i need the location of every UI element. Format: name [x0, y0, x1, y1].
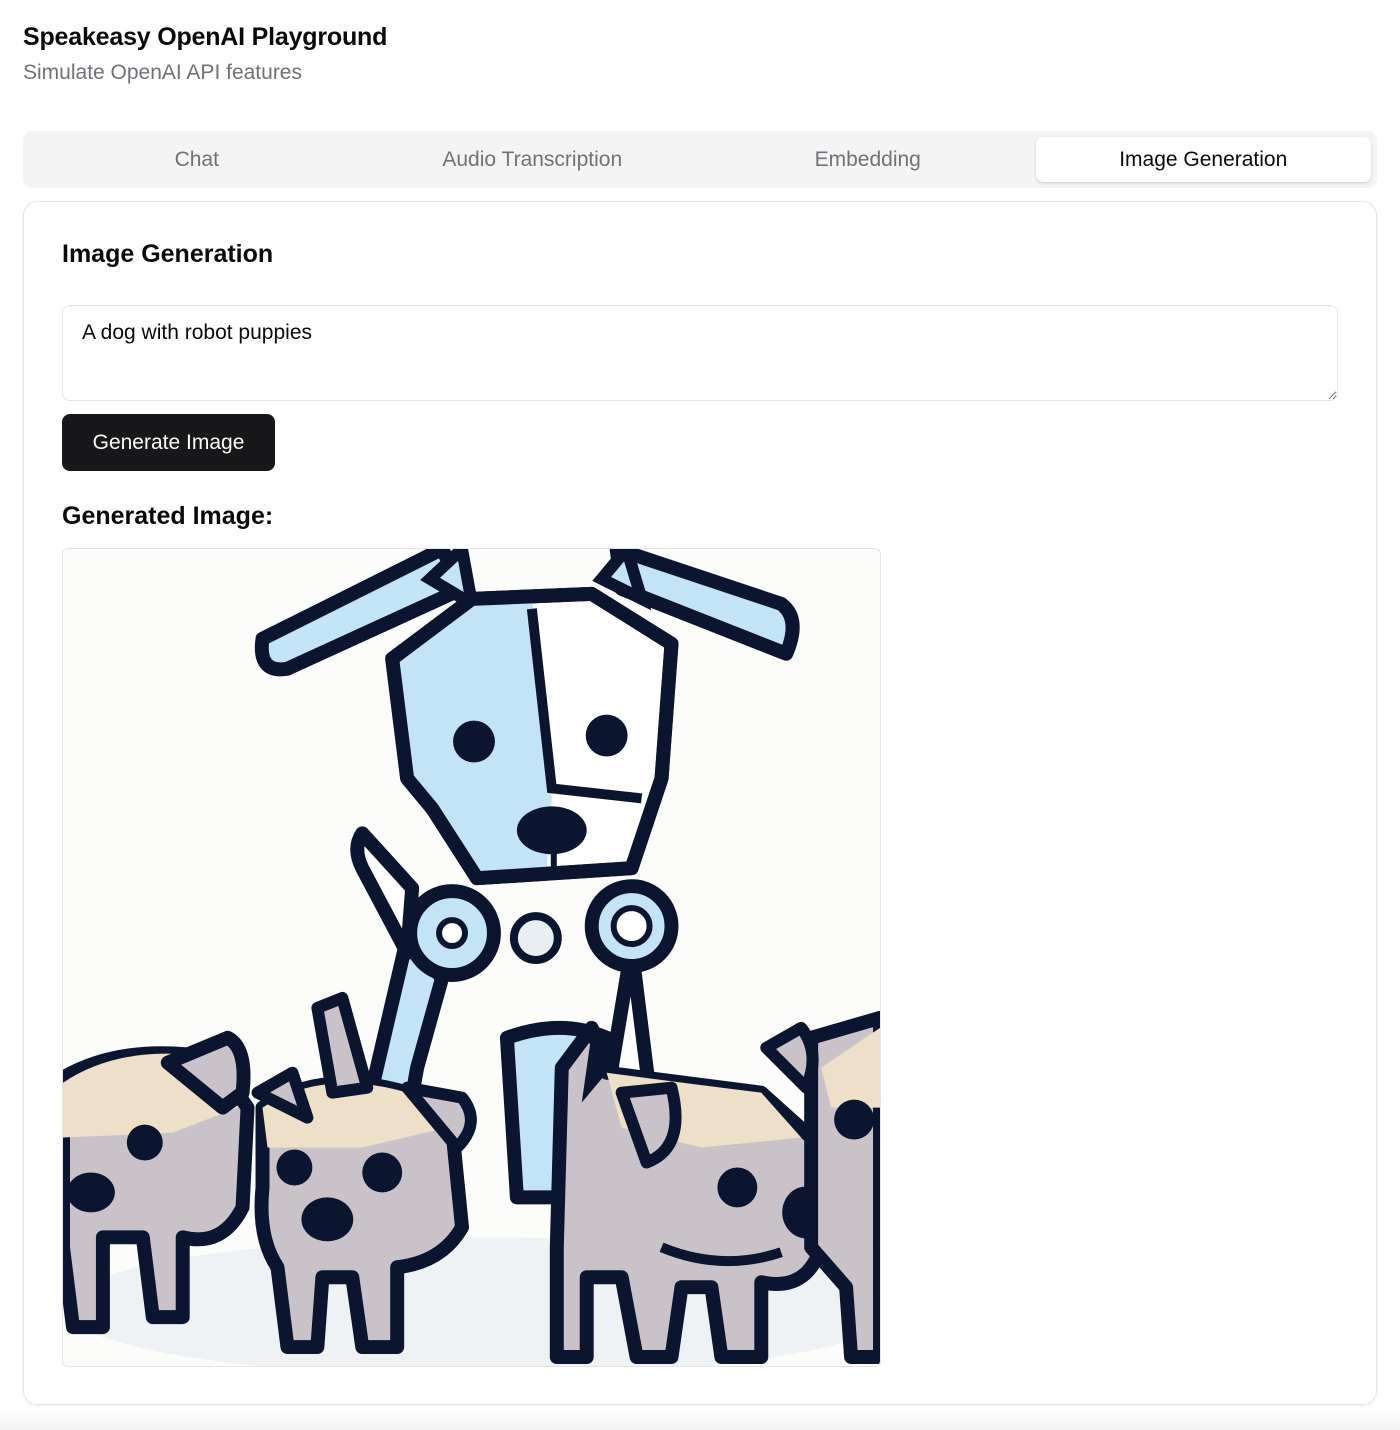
generate-image-button[interactable]: Generate Image [62, 414, 275, 471]
card-title: Image Generation [62, 240, 274, 268]
robot-dog-illustration [63, 549, 880, 1366]
generated-image [62, 548, 881, 1367]
playground-page: Speakeasy OpenAI Playground Simulate Ope… [0, 0, 1400, 1430]
tab-bar: Chat Audio Transcription Embedding Image… [23, 131, 1377, 188]
app-subtitle: Simulate OpenAI API features [23, 61, 302, 84]
app-header: Speakeasy OpenAI Playground Simulate Ope… [23, 20, 387, 88]
app-title: Speakeasy OpenAI Playground [23, 23, 388, 51]
tab-image-generation[interactable]: Image Generation [1035, 137, 1371, 182]
tab-chat[interactable]: Chat [29, 137, 365, 182]
page-bottom-edge [0, 1410, 1400, 1430]
prompt-input[interactable]: A dog with robot puppies [62, 305, 1338, 401]
image-generation-card: Image Generation A dog with robot puppie… [23, 201, 1377, 1405]
generated-image-heading: Generated Image: [62, 502, 274, 530]
tab-embedding[interactable]: Embedding [700, 137, 1036, 182]
tab-audio-transcription[interactable]: Audio Transcription [365, 137, 701, 182]
